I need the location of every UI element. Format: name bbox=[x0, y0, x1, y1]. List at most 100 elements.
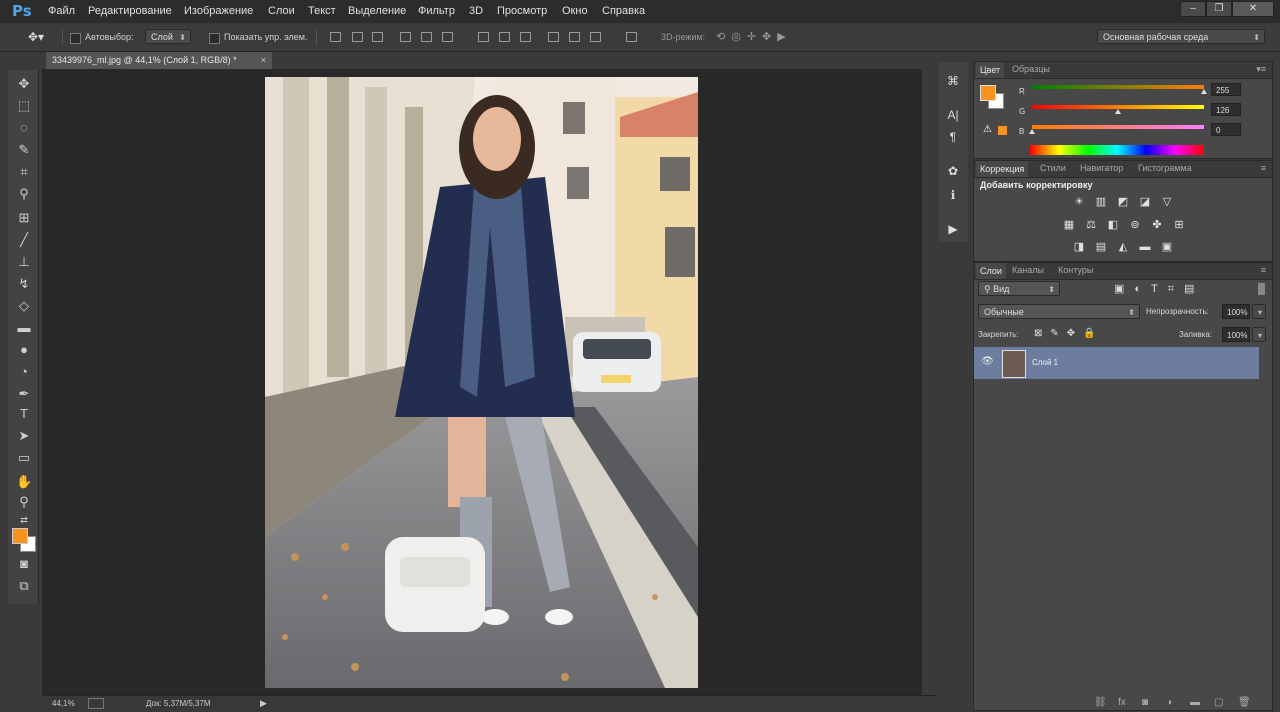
align-right-icon[interactable] bbox=[442, 32, 453, 42]
restore-button[interactable]: ❐ bbox=[1206, 1, 1232, 17]
distribute-right-icon[interactable] bbox=[590, 32, 601, 42]
align-left-icon[interactable] bbox=[400, 32, 411, 42]
tab-adjustments[interactable]: Коррекция bbox=[976, 161, 1029, 177]
tab-navigator[interactable]: Навигатор bbox=[1080, 163, 1123, 173]
eraser-tool-icon[interactable]: ◇ bbox=[16, 298, 32, 314]
layer-filter-icons[interactable]: ▣◐T⌗▤ bbox=[1114, 282, 1204, 296]
opacity-field[interactable]: 100% bbox=[1222, 304, 1250, 319]
color-spectrum-bar[interactable] bbox=[1030, 145, 1204, 155]
panel-menu-icon[interactable]: ≡ bbox=[1261, 265, 1266, 275]
layer-kind-filter[interactable]: ⚲ Вид ⬍ bbox=[978, 281, 1060, 296]
color-fg-swatch[interactable] bbox=[980, 85, 996, 101]
brush-presets-icon[interactable]: ✿ bbox=[946, 164, 960, 178]
filter-toggle[interactable] bbox=[1258, 283, 1265, 295]
hue-saturation-icon[interactable]: ▦ bbox=[1062, 219, 1076, 231]
menu-3d[interactable]: 3D bbox=[469, 5, 483, 17]
workspace-dropdown[interactable]: Основная рабочая среда ⬍ bbox=[1097, 29, 1265, 44]
brush-tool-icon[interactable]: ╱ bbox=[16, 232, 32, 248]
document-tab[interactable]: 33439976_ml.jpg @ 44,1% (Слой 1, RGB/8) … bbox=[46, 52, 272, 69]
invert-icon[interactable]: ◨ bbox=[1072, 241, 1086, 253]
gamut-color-swatch[interactable] bbox=[998, 126, 1007, 135]
menu-layer[interactable]: Слои bbox=[268, 5, 295, 17]
swap-colors-icon[interactable]: ⇄ bbox=[16, 512, 32, 528]
curves-icon[interactable]: ◩ bbox=[1116, 196, 1130, 208]
brightness-icon[interactable]: ☀ bbox=[1072, 196, 1086, 208]
close-window-button[interactable]: ✕ bbox=[1232, 1, 1274, 17]
menu-edit[interactable]: Редактирование bbox=[88, 5, 172, 17]
tab-channels[interactable]: Каналы bbox=[1012, 265, 1044, 275]
distribute-vcenter-icon[interactable] bbox=[499, 32, 510, 42]
channel-b-value[interactable]: 0 bbox=[1211, 123, 1241, 136]
hand-tool-icon[interactable]: ✋ bbox=[16, 474, 32, 490]
layer-style-icon[interactable]: fx bbox=[1118, 697, 1126, 708]
gradient-map-icon[interactable]: ▬ bbox=[1138, 241, 1152, 253]
color-balance-icon[interactable]: ⚖ bbox=[1084, 219, 1098, 231]
paragraph-panel-icon[interactable]: ¶ bbox=[946, 130, 960, 144]
align-bottom-icon[interactable] bbox=[372, 32, 383, 42]
menu-help[interactable]: Справка bbox=[602, 5, 645, 17]
distribute-left-icon[interactable] bbox=[548, 32, 559, 42]
status-arrow-icon[interactable]: ▶ bbox=[260, 698, 267, 709]
info-panel-icon[interactable]: ℹ bbox=[946, 188, 960, 202]
status-info-icon[interactable] bbox=[88, 698, 104, 709]
lasso-tool-icon[interactable]: ◌ bbox=[16, 120, 32, 136]
actions-panel-icon[interactable]: ▶ bbox=[946, 222, 960, 236]
zoom-tool-icon[interactable]: ⚲ bbox=[16, 494, 32, 510]
rectangle-tool-icon[interactable]: ▭ bbox=[16, 450, 32, 466]
lock-icons[interactable]: ⊠✎✥🔒 bbox=[1034, 328, 1104, 339]
distribute-bottom-icon[interactable] bbox=[520, 32, 531, 42]
3d-mode-icons[interactable]: ⟲◎✛✥▶ bbox=[716, 30, 792, 43]
type-tool-icon[interactable]: T bbox=[16, 406, 32, 422]
gamut-warning-icon[interactable]: ⚠ bbox=[983, 124, 992, 135]
tab-paths[interactable]: Контуры bbox=[1058, 265, 1093, 275]
photo-filter-icon[interactable]: ⊚ bbox=[1128, 219, 1142, 231]
channel-b-thumb[interactable] bbox=[1029, 129, 1035, 134]
threshold-icon[interactable]: ◭ bbox=[1116, 241, 1130, 253]
menu-file[interactable]: Файл bbox=[48, 5, 75, 17]
layer-name[interactable]: Слой 1 bbox=[1032, 358, 1058, 367]
menu-image[interactable]: Изображение bbox=[184, 5, 253, 17]
clone-stamp-tool-icon[interactable]: ⊥ bbox=[16, 254, 32, 270]
quick-mask-icon[interactable]: ◙ bbox=[16, 556, 32, 572]
panel-menu-icon[interactable]: ▾≡ bbox=[1256, 64, 1266, 75]
tab-styles[interactable]: Стили bbox=[1040, 163, 1066, 173]
menu-filter[interactable]: Фильтр bbox=[418, 5, 455, 17]
minimize-button[interactable]: – bbox=[1180, 1, 1206, 17]
path-select-tool-icon[interactable]: ➤ bbox=[16, 428, 32, 444]
healing-brush-tool-icon[interactable]: ⊞ bbox=[16, 210, 32, 226]
delete-layer-icon[interactable]: 🗑 bbox=[1238, 697, 1251, 708]
levels-icon[interactable]: ▥ bbox=[1094, 196, 1108, 208]
character-panel-icon[interactable]: A| bbox=[946, 108, 960, 122]
channel-b-slider[interactable] bbox=[1032, 125, 1204, 129]
photo-canvas[interactable] bbox=[265, 77, 698, 688]
selective-color-icon[interactable]: ▣ bbox=[1160, 241, 1174, 253]
tab-color[interactable]: Цвет bbox=[976, 62, 1005, 78]
screen-mode-icon[interactable]: ⧉ bbox=[16, 578, 32, 594]
black-white-icon[interactable]: ◧ bbox=[1106, 219, 1120, 231]
channel-r-thumb[interactable] bbox=[1201, 89, 1207, 94]
gradient-tool-icon[interactable]: ▬ bbox=[16, 320, 32, 336]
pen-tool-icon[interactable]: ✒ bbox=[16, 386, 32, 402]
vibrance-icon[interactable]: ▽ bbox=[1160, 196, 1174, 208]
color-lookup-icon[interactable]: ⊞ bbox=[1172, 219, 1186, 231]
align-vcenter-icon[interactable] bbox=[352, 32, 363, 42]
crop-tool-icon[interactable]: ⌗ bbox=[16, 164, 32, 180]
marquee-tool-icon[interactable]: ⬚ bbox=[16, 98, 32, 114]
channel-r-value[interactable]: 255 bbox=[1211, 83, 1241, 96]
channel-g-value[interactable]: 126 bbox=[1211, 103, 1241, 116]
zoom-level[interactable]: 44,1% bbox=[52, 699, 75, 708]
layer-row[interactable]: 👁 Слой 1 bbox=[974, 347, 1259, 379]
align-hcenter-icon[interactable] bbox=[421, 32, 432, 42]
menu-select[interactable]: Выделение bbox=[348, 5, 406, 17]
distribute-hcenter-icon[interactable] bbox=[569, 32, 580, 42]
move-tool-preset-icon[interactable]: ✥▾ bbox=[28, 30, 44, 44]
auto-align-icon[interactable] bbox=[626, 32, 637, 42]
new-adjustment-icon[interactable]: ◑ bbox=[1166, 697, 1172, 708]
fill-dropdown[interactable]: ▾ bbox=[1252, 327, 1266, 342]
autoselect-dropdown[interactable]: Слой ⬍ bbox=[145, 29, 191, 44]
align-top-icon[interactable] bbox=[330, 32, 341, 42]
quick-select-tool-icon[interactable]: ✎ bbox=[16, 142, 32, 158]
new-group-icon[interactable]: ▬ bbox=[1190, 697, 1200, 708]
menu-window[interactable]: Окно bbox=[562, 5, 588, 17]
new-layer-icon[interactable]: ▢ bbox=[1214, 697, 1223, 708]
